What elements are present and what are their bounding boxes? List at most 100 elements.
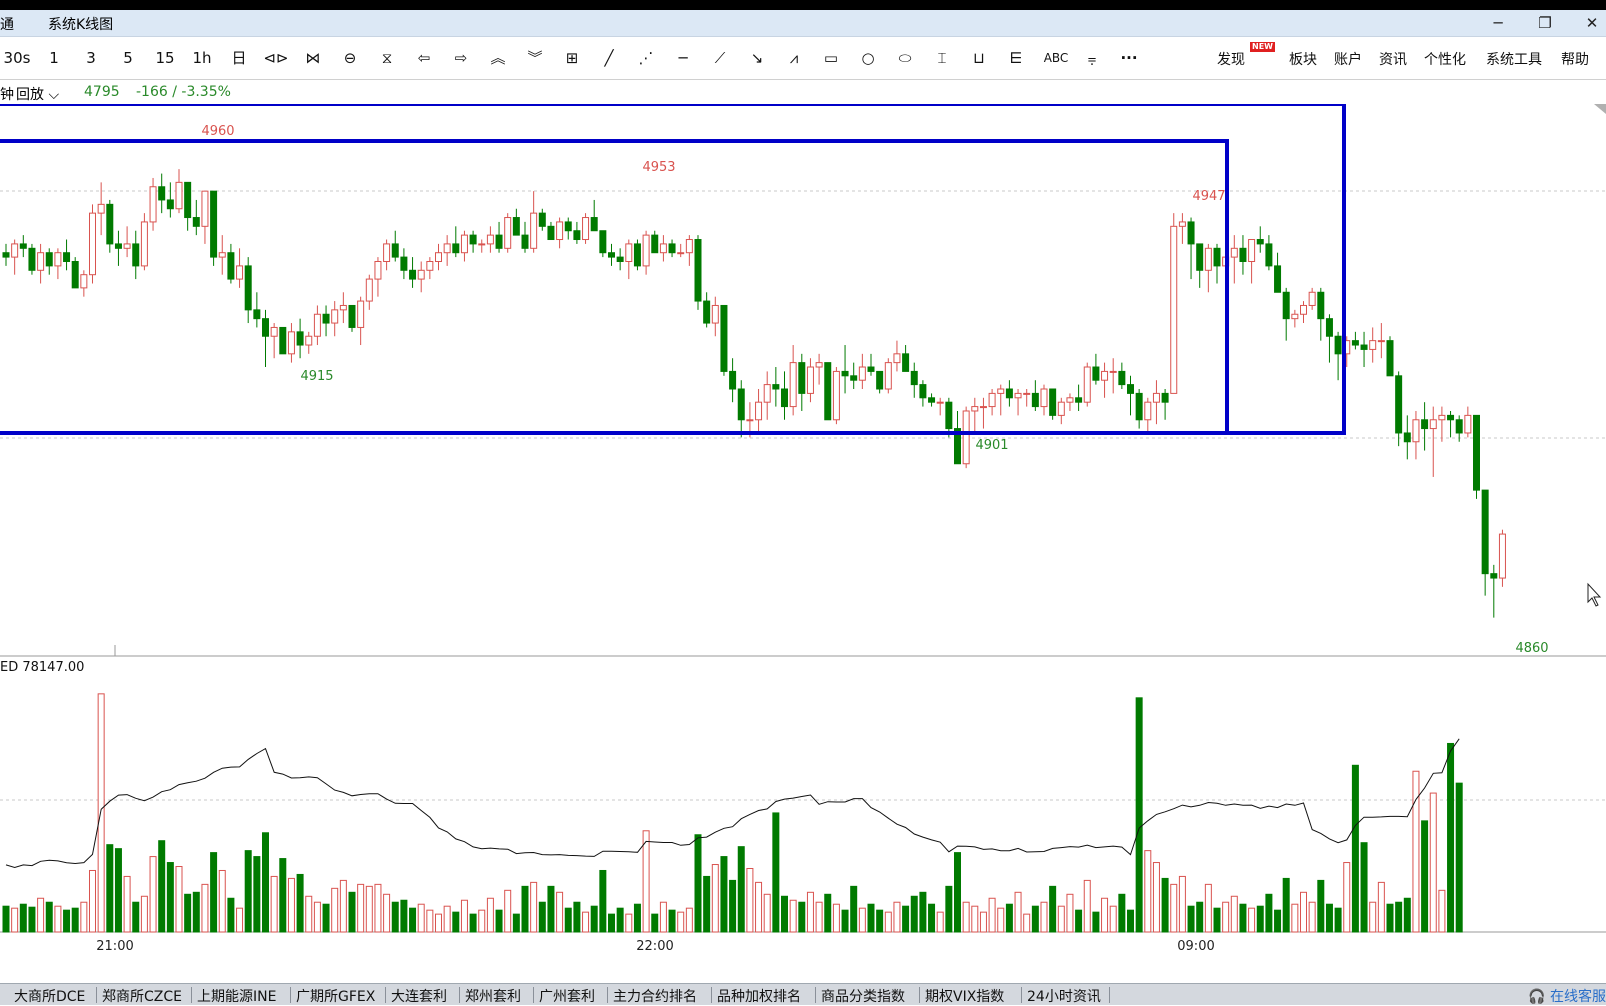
candle xyxy=(625,239,633,280)
zoom-v-icon[interactable]: ⊖ xyxy=(336,46,364,70)
tab-24h-news[interactable]: 24小时资讯 xyxy=(1027,986,1101,1006)
period-15m-button[interactable]: 15 xyxy=(151,46,179,70)
layout-icon[interactable]: ⊞ xyxy=(558,46,586,70)
period-5m-button[interactable]: 5 xyxy=(114,46,142,70)
fib-icon[interactable]: ⌶ xyxy=(928,46,956,70)
candle xyxy=(910,362,918,398)
volume-bar xyxy=(1317,879,1325,933)
tab-gfex[interactable]: 广期所GFEX xyxy=(296,986,375,1006)
zoom-h-icon[interactable]: ⧖ xyxy=(373,46,401,70)
step-left-icon[interactable]: ⊲⊳ xyxy=(262,46,290,70)
close-button[interactable]: ✕ xyxy=(1581,13,1603,33)
candle-body xyxy=(910,370,918,386)
tab-main-contract-rank[interactable]: 主力合约排名 xyxy=(613,986,697,1006)
candle-body xyxy=(1196,243,1204,271)
candle xyxy=(1040,384,1048,416)
period-1h-button[interactable]: 1h xyxy=(188,46,216,70)
candle xyxy=(1144,397,1152,433)
tab-dce[interactable]: 大商所DCE xyxy=(14,986,85,1006)
candle xyxy=(218,235,226,275)
wave-icon[interactable]: ⩘ xyxy=(780,46,808,70)
candle xyxy=(339,292,347,324)
volume-bar xyxy=(1196,901,1204,933)
outer-box-annotation[interactable] xyxy=(0,104,1346,435)
candle-body xyxy=(1369,340,1377,350)
tab-guangzhou-arb[interactable]: 广州套利 xyxy=(539,986,595,1006)
candle xyxy=(1395,371,1403,447)
period-30s-button[interactable]: 30s xyxy=(2,46,32,70)
candle xyxy=(443,235,451,266)
chevron-down-icon[interactable]: ︾ xyxy=(521,46,549,70)
candle-body xyxy=(659,243,667,254)
menu-discover[interactable]: 发现 xyxy=(1217,49,1245,69)
line-icon[interactable]: ╱ xyxy=(595,46,623,70)
tab-czce[interactable]: 郑商所CZCE xyxy=(102,986,182,1006)
hline-icon[interactable]: ─ xyxy=(669,46,697,70)
volume-bar xyxy=(1213,907,1221,933)
period-day-button[interactable]: 日 xyxy=(225,46,253,70)
candle-body xyxy=(1360,344,1368,350)
ruler-icon[interactable]: ⊔ xyxy=(965,46,993,70)
volume-bar xyxy=(28,906,36,933)
menu-help[interactable]: 帮助 xyxy=(1561,49,1589,69)
tab-vix-index[interactable]: 期权VIX指数 xyxy=(925,986,1004,1006)
restore-button[interactable]: ❐ xyxy=(1534,13,1556,33)
minimize-button[interactable]: ─ xyxy=(1487,13,1509,33)
period-1m-button[interactable]: 1 xyxy=(40,46,68,70)
candle-body xyxy=(1334,335,1342,355)
volume-bar xyxy=(781,895,788,933)
volume-bar xyxy=(928,903,936,933)
volume-bar xyxy=(114,848,122,933)
menu-personalize[interactable]: 个性化 xyxy=(1424,49,1466,69)
volume-bar xyxy=(1291,903,1299,933)
candle xyxy=(1118,362,1126,389)
candle xyxy=(642,230,650,275)
menu-account[interactable]: 账户 xyxy=(1334,49,1362,69)
rectangle-icon[interactable]: ▭ xyxy=(817,46,845,70)
toolset-icon[interactable]: ⩦ xyxy=(1078,46,1106,70)
tab-commodity-index[interactable]: 商品分类指数 xyxy=(821,986,905,1006)
candle-body xyxy=(469,234,477,245)
candle-body xyxy=(573,230,581,241)
replay-dropdown[interactable]: 回放 ⌵ xyxy=(16,84,59,104)
volume-bar xyxy=(954,852,961,933)
chevron-up-icon[interactable]: ︽ xyxy=(484,46,512,70)
volume-bar xyxy=(313,901,321,933)
tab-ine[interactable]: 上期能源INE xyxy=(197,986,276,1006)
text-icon[interactable]: ABC xyxy=(1039,46,1073,70)
menu-sector[interactable]: 板块 xyxy=(1289,49,1317,69)
arrow-left-icon[interactable]: ⇦ xyxy=(410,46,438,70)
volume-bar xyxy=(867,903,875,933)
arrow-right-icon[interactable]: ⇨ xyxy=(447,46,475,70)
candle xyxy=(850,362,858,389)
candle-body xyxy=(789,362,797,408)
segment-icon[interactable]: ⟋ xyxy=(706,46,734,70)
tab-zhengzhou-arb[interactable]: 郑州套利 xyxy=(465,986,521,1006)
chart-grid xyxy=(0,104,1606,933)
tab-weighted-rank[interactable]: 品种加权排名 xyxy=(717,986,801,1006)
period-3m-button[interactable]: 3 xyxy=(77,46,105,70)
circle-icon[interactable]: ○ xyxy=(854,46,882,70)
candle xyxy=(1274,252,1282,293)
kline-chart[interactable]: 4960 4953 4947 4915 4901 4860 ED 78147.0… xyxy=(0,104,1606,964)
candle xyxy=(884,358,892,394)
chevron-down-icon: ⌵ xyxy=(44,87,60,103)
volume-bar xyxy=(616,907,624,933)
candle xyxy=(1075,384,1083,411)
candle xyxy=(504,213,512,253)
candle-body xyxy=(504,217,512,249)
arrow-line-icon[interactable]: ↘ xyxy=(743,46,771,70)
step-right-icon[interactable]: ⋈ xyxy=(299,46,327,70)
volume-bar xyxy=(798,901,806,933)
candle xyxy=(806,358,814,403)
more-icon[interactable]: ··· xyxy=(1115,46,1143,70)
online-service-button[interactable]: 🎧 在线客服 xyxy=(1528,986,1606,1006)
cycle-icon[interactable]: ⋿ xyxy=(1002,46,1030,70)
candle-body xyxy=(1239,247,1247,263)
candle xyxy=(651,230,659,254)
menu-system-tools[interactable]: 系统工具 xyxy=(1486,49,1542,69)
tab-dalian-arb[interactable]: 大连套利 xyxy=(391,986,447,1006)
menu-news[interactable]: 资讯 xyxy=(1379,49,1407,69)
ray-icon[interactable]: ⋰ xyxy=(632,46,660,70)
ellipse-icon[interactable]: ⬭ xyxy=(891,46,919,70)
